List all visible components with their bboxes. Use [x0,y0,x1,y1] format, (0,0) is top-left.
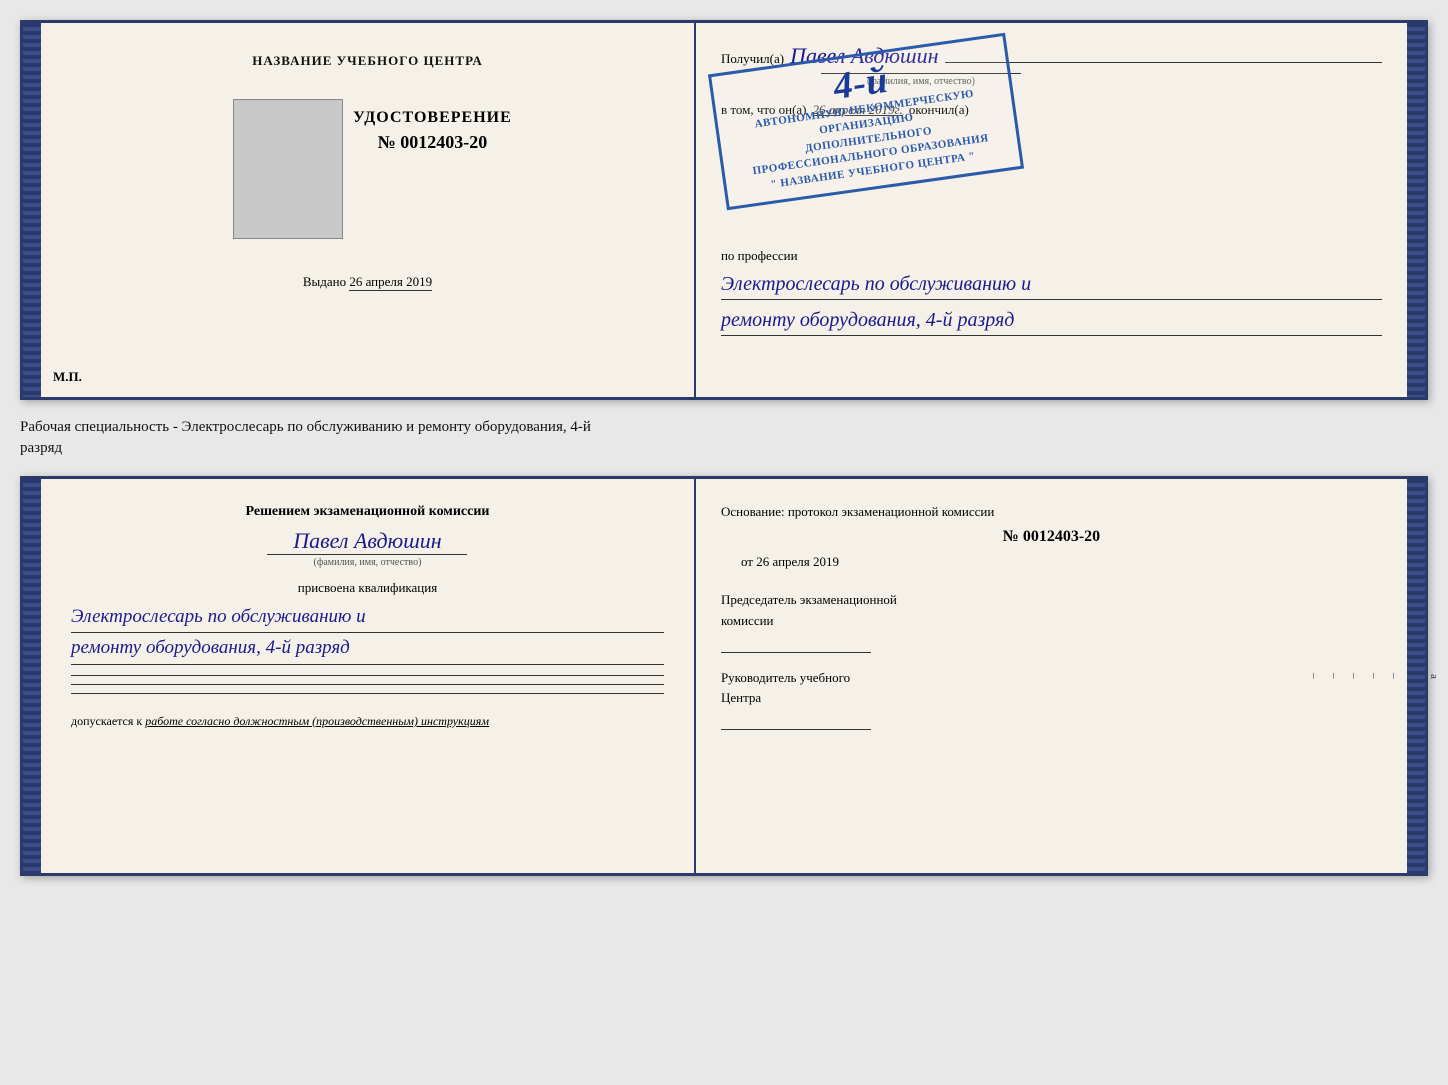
ot-date-value: 26 апреля 2019 [756,554,839,569]
predsedatel-signature-line [721,652,871,653]
cert-number: № 0012403-20 [353,132,512,153]
bottom-spine-right [1407,479,1425,873]
protocol-label: № [1003,528,1019,545]
page-wrapper: НАЗВАНИЕ УЧЕБНОГО ЦЕНТРА УДОСТОВЕРЕНИЕ №… [20,20,1428,876]
udostoverenie-title: УДОСТОВЕРЕНИЕ [353,109,512,127]
top-document: НАЗВАНИЕ УЧЕБНОГО ЦЕНТРА УДОСТОВЕРЕНИЕ №… [20,20,1428,400]
mp-label: М.П. [53,369,82,385]
deco-char-7: – [1388,673,1400,679]
dopusk-text: работе согласно должностным (производств… [145,714,489,728]
cert-number-value: 0012403-20 [400,132,487,152]
right-inner: Получил(а) Павел Авдюшин (фамилия, имя, … [721,43,1382,336]
qualification-line2: ремонту оборудования, 4-й разряд [71,633,664,664]
person-name-bottom: Павел Авдюшин [71,528,664,554]
middle-line1: Рабочая специальность - Электрослесарь п… [20,417,1428,438]
bottom-right-inner: Основание: протокол экзаменационной коми… [721,504,1382,730]
udostoverenie-block: УДОСТОВЕРЕНИЕ № 0012403-20 [353,109,512,153]
ot-label: от [741,554,753,569]
deco-char-8: – [1368,673,1380,679]
protocol-number: № 0012403-20 [721,528,1382,546]
vydano-line: Выдано 26 апреля 2019 [303,274,432,291]
top-right-panel: Получил(а) Павел Авдюшин (фамилия, имя, … [696,23,1425,397]
rukovoditel-line2: Центра [721,688,1382,709]
vydano-label: Выдано [303,274,346,289]
center-title: НАЗВАНИЕ УЧЕБНОГО ЦЕНТРА [252,53,483,69]
prisvoyena-label: присвоена квалификация [71,580,664,596]
bottom-right-panel: Основание: протокол экзаменационной коми… [696,479,1425,873]
predsedatel-line1: Председатель экзаменационной [721,590,1382,611]
rukovoditel-block: Руководитель учебного Центра [721,668,1382,731]
spine-right-decoration [1407,23,1425,397]
osnovanie-title: Основание: протокол экзаменационной коми… [721,504,1382,520]
predsedatel-line2: комиссии [721,611,1382,632]
bottom-left-panel: Решением экзаменационной комиссии Павел … [23,479,696,873]
left-content: УДОСТОВЕРЕНИЕ № 0012403-20 [223,89,512,249]
cert-number-label: № [378,132,396,152]
fio-label-bottom: (фамилия, имя, отчество) [267,554,467,568]
middle-text-block: Рабочая специальность - Электрослесарь п… [20,412,1428,464]
bottom-document: Решением экзаменационной комиссии Павел … [20,476,1428,876]
protocol-num-value: 0012403-20 [1023,528,1100,545]
rukovoditel-signature-line [721,729,871,730]
photo-placeholder [233,99,343,239]
rukovoditel-line1: Руководитель учебного [721,668,1382,689]
top-left-panel: НАЗВАНИЕ УЧЕБНОГО ЦЕНТРА УДОСТОВЕРЕНИЕ №… [23,23,696,397]
middle-line2: разряд [20,438,1428,459]
dopuskaetsya-block: допускается к работе согласно должностны… [71,714,664,729]
vydano-date: 26 апреля 2019 [349,274,432,291]
profession-line2: ремонту оборудования, 4-й разряд [721,305,1382,336]
po-professii-label: по профессии [721,248,1382,264]
qualification-line1: Электрослесарь по обслуживанию и [71,602,664,633]
deco-char-10: – [1328,673,1340,679]
resheniem-title: Решением экзаменационной комиссии [71,504,664,520]
deco-char-11: – [1308,673,1320,679]
deco-char-5: а [1428,674,1440,679]
profession-line1: Электрослесарь по обслуживанию и [721,269,1382,300]
deco-char-9: – [1348,673,1360,679]
po-professii-block: по профессии Электрослесарь по обслужива… [721,248,1382,336]
predsedatel-block: Председатель экзаменационной комиссии [721,590,1382,653]
dopuskaetsya-label: допускается к [71,714,142,728]
ot-date-line: от 26 апреля 2019 [741,554,1382,570]
left-inner: НАЗВАНИЕ УЧЕБНОГО ЦЕНТРА УДОСТОВЕРЕНИЕ №… [71,53,664,377]
bottom-left-inner: Решением экзаменационной комиссии Павел … [71,504,664,729]
